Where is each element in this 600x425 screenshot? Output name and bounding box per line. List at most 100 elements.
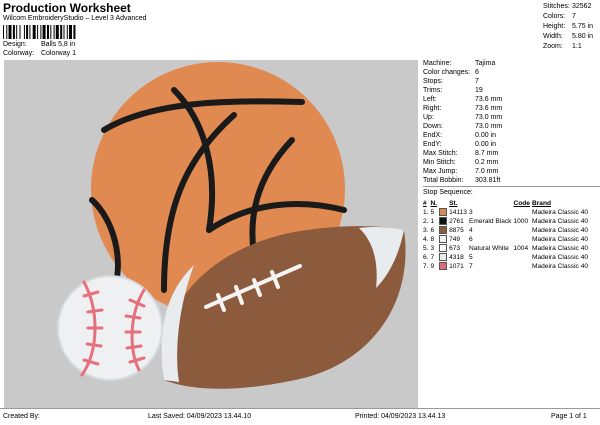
color-swatch <box>439 226 449 235</box>
summary-height: Height: 5.75 in <box>543 23 594 30</box>
colorway-value: Colorway 1 <box>40 50 76 57</box>
color-name: 5 <box>468 254 473 261</box>
machine-info-value: 6 <box>475 69 479 76</box>
color-swatch <box>439 208 449 217</box>
stitch-count: 673 <box>449 245 461 252</box>
machine-info-row: Trims: 19 <box>423 86 600 95</box>
machine-info-value: 0.00 in <box>475 132 497 139</box>
baseball-icon <box>57 275 163 381</box>
col-code: Code <box>513 200 530 207</box>
color-swatch <box>439 235 449 244</box>
divider <box>423 186 600 187</box>
summary-box: Stitches: 32562 Colors: 7 Height: 5.75 in W… <box>543 2 600 52</box>
needle-number: 5 <box>430 209 435 216</box>
color-swatch-icon <box>439 208 448 217</box>
color-swatch-icon <box>439 226 448 235</box>
stitch-count: 4318 <box>449 254 464 261</box>
table-row: 3. 6 8875 4 Madeira Classic 40 <box>423 226 590 235</box>
color-name: Natural White <box>468 245 509 252</box>
machine-info-label: Machine: <box>423 60 452 67</box>
table-row: 1. 5 14113 3 Madeira Classic 40 <box>423 208 590 217</box>
colorway-row: Colorway: Colorway 1 <box>3 50 76 57</box>
needle-number: 6 <box>430 227 435 234</box>
color-swatch <box>439 262 449 271</box>
table-row: 2. 1 2761 Emerald Black 1000 Madeira Classic … <box>423 217 590 226</box>
design-row: Design: Balls 5,8 in <box>3 41 75 48</box>
machine-info-label: Trims: <box>423 87 443 94</box>
summary-colors: Colors: 7 <box>543 13 576 20</box>
stitch-count: 749 <box>449 236 461 243</box>
thread-brand: Madeira Classic 40 <box>531 245 589 252</box>
color-swatch-icon <box>439 217 448 226</box>
thread-brand: Madeira Classic 40 <box>531 254 589 261</box>
machine-info-row: Min Stitch: 0.2 mm <box>423 158 600 167</box>
machine-info-row: Right: 73.6 mm <box>423 104 600 113</box>
machine-info-value: 0.2 mm <box>475 159 499 166</box>
stop-number: 7. <box>423 263 429 270</box>
stitch-count: 14113 <box>449 209 467 216</box>
design-label: Design: <box>3 41 27 48</box>
color-swatch-icon <box>439 244 448 253</box>
color-name: Emerald Black <box>468 218 512 225</box>
page-number: Page 1 of 1 <box>551 413 587 420</box>
color-code <box>513 235 531 244</box>
needle-number: 8 <box>430 236 435 243</box>
stop-sequence-title: Stop Sequence: <box>423 189 473 196</box>
color-code <box>513 253 531 262</box>
color-code: 1004 <box>513 245 529 252</box>
table-row: 7. 9 1071 7 Madeira Classic 40 <box>423 262 590 271</box>
machine-info-value: Tajima <box>475 60 496 67</box>
design-preview <box>4 60 418 408</box>
stop-sequence-header: # N. St. Code Brand <box>423 199 590 208</box>
summary-stitches: Stitches: 32562 <box>543 3 592 10</box>
machine-info-row: Total Bobbin: 303.81ft <box>423 176 600 185</box>
stop-number: 5. <box>423 245 429 252</box>
machine-info-label: Total Bobbin: <box>423 177 464 184</box>
color-swatch-icon <box>439 235 448 244</box>
stop-number: 4. <box>423 236 429 243</box>
table-row: 6. 7 4318 5 Madeira Classic 40 <box>423 253 590 262</box>
machine-info-value: 7.0 mm <box>475 168 499 175</box>
machine-info-value: 0.00 in <box>475 141 497 148</box>
stop-number: 2. <box>423 218 429 225</box>
machine-info-row: Machine: Tajima <box>423 59 600 68</box>
needle-number: 7 <box>430 254 435 261</box>
machine-info-value: 303.81ft <box>475 177 501 184</box>
stop-sequence-table: # N. St. Code Brand 1. 5 14113 3 Madeira Cla… <box>423 199 590 271</box>
color-code: 1000 <box>513 218 529 225</box>
colorway-label: Colorway: <box>3 50 35 57</box>
color-swatch <box>439 217 449 226</box>
machine-info-label: Left: <box>423 96 437 103</box>
machine-info-value: 73.6 mm <box>475 105 503 112</box>
machine-info-label: Max Jump: <box>423 168 458 175</box>
machine-info-value: 73.6 mm <box>475 96 503 103</box>
machine-info-row: Stops: 7 <box>423 77 600 86</box>
barcode <box>3 25 76 39</box>
machine-info-label: Max Stitch: <box>423 150 458 157</box>
machine-info-row: EndY: 0.00 in <box>423 140 600 149</box>
table-row: 5. 3 673 Natural White 1004 Madeira Classic 4… <box>423 244 590 253</box>
col-color <box>439 199 449 208</box>
machine-info-panel: Machine: Tajima Color changes: 6 Stops: 7 Trim… <box>423 59 600 271</box>
color-name: 6 <box>468 236 473 243</box>
stop-number: 3. <box>423 227 429 234</box>
machine-info-row: Down: 73.0 mm <box>423 122 600 131</box>
machine-info-label: EndY: <box>423 141 442 148</box>
thread-brand: Madeira Classic 40 <box>531 263 589 270</box>
machine-info-value: 73.0 mm <box>475 123 503 130</box>
machine-info-label: Color changes: <box>423 69 471 76</box>
needle-number: 9 <box>430 263 435 270</box>
color-code <box>513 208 531 217</box>
machine-info-row: EndX: 0.00 in <box>423 131 600 140</box>
machine-info-label: Down: <box>423 123 443 130</box>
summary-zoom: Zoom: 1:1 <box>543 43 582 50</box>
footer: Created By: Last Saved: 04/09/2023 13.44… <box>0 408 600 425</box>
stop-number: 6. <box>423 254 429 261</box>
machine-info-value: 7 <box>475 78 479 85</box>
color-name: 4 <box>468 227 473 234</box>
machine-info-label: Right: <box>423 105 442 112</box>
stitch-count: 1071 <box>449 263 464 270</box>
machine-info-label: EndX: <box>423 132 443 139</box>
color-name: 7 <box>468 263 473 270</box>
printed-date: Printed: 04/09/2023 13.44.13 <box>355 413 446 420</box>
